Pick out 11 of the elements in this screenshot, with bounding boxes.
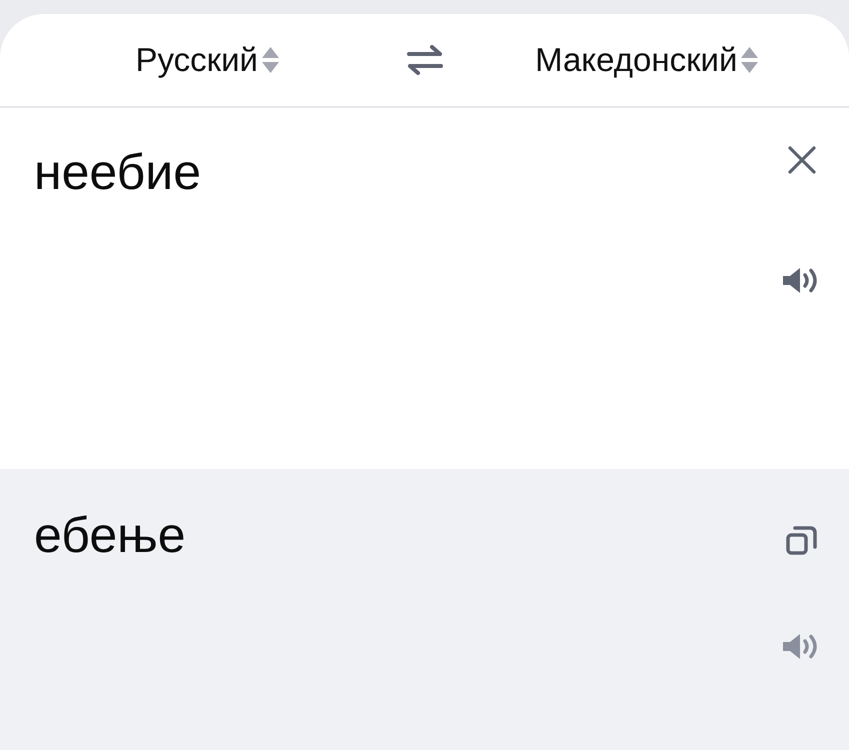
speaker-icon[interactable] — [783, 268, 820, 293]
swap-icon[interactable] — [406, 45, 442, 75]
sort-arrows-icon — [262, 47, 279, 73]
source-language-selector[interactable]: Русский — [136, 35, 279, 85]
sort-arrows-icon — [741, 47, 758, 73]
source-text-input[interactable]: неебие — [34, 142, 202, 202]
target-language-selector[interactable]: Македонский — [535, 35, 758, 85]
copy-icon[interactable] — [786, 526, 817, 555]
speaker-icon[interactable] — [783, 634, 820, 659]
close-icon[interactable] — [788, 146, 816, 174]
translation-text: ебење — [34, 506, 186, 565]
